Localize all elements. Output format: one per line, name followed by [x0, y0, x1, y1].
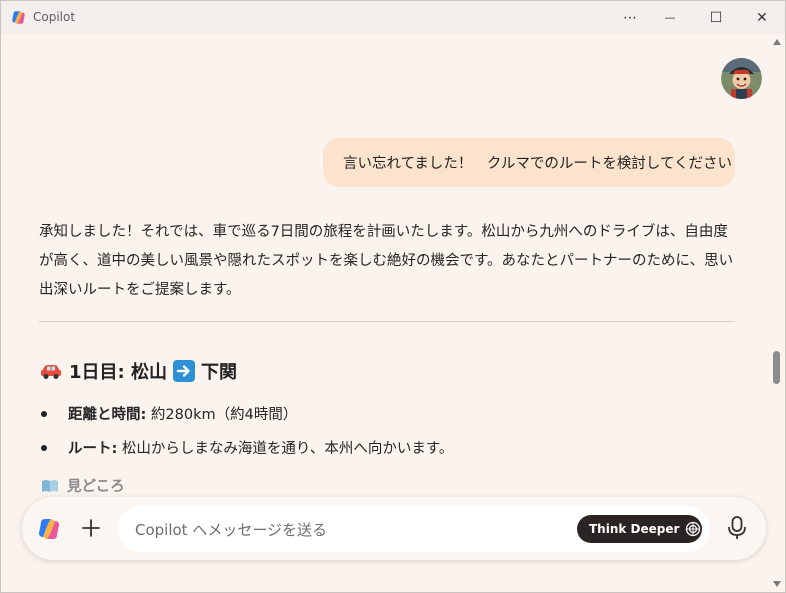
day1-heading: 1日目: 松山 下関 — [39, 358, 237, 384]
distance-label: 距離と時間: — [68, 407, 147, 423]
divider — [39, 321, 735, 322]
avatar-image — [721, 58, 762, 99]
plus-icon — [82, 519, 100, 537]
right-arrow-icon — [173, 360, 195, 382]
window-title: Copilot — [33, 10, 76, 24]
list-item-route: ルート: 松山からしまなみ海道を通り、本州へ向かいます。 — [41, 437, 453, 458]
think-deeper-button[interactable]: Think Deeper — [577, 515, 702, 543]
distance-value: 約280km（約4時間） — [146, 407, 298, 423]
copilot-logo-icon[interactable] — [37, 517, 61, 541]
composer-bar: Copilot へメッセージを送る Think Deeper — [22, 497, 766, 560]
add-attachment-button[interactable] — [77, 514, 105, 542]
microphone-icon[interactable] — [725, 515, 749, 541]
route-value: 松山からしまなみ海道を通り、本州へ向かいます。 — [117, 441, 454, 457]
message-input[interactable]: Copilot へメッセージを送る Think Deeper — [118, 506, 710, 552]
day1-title-to: 下関 — [201, 362, 237, 383]
title-bar: Copilot ⋯ — ☐ ✕ — [1, 1, 785, 34]
message-input-placeholder: Copilot へメッセージを送る — [135, 520, 328, 539]
sights-heading: 見どころ — [41, 475, 125, 496]
user-avatar[interactable] — [721, 58, 762, 99]
scrollbar[interactable] — [768, 34, 785, 592]
maximize-icon: ☐ — [709, 9, 723, 26]
scroll-down-arrow-icon[interactable] — [773, 581, 781, 587]
think-deeper-icon — [686, 521, 701, 537]
assistant-response-text: 承知しました！それでは、車で巡る7日間の旅程を計画いたします。松山から九州へのド… — [39, 224, 734, 298]
sights-label: 見どころ — [67, 479, 125, 495]
bullet-dot-icon — [41, 444, 47, 451]
car-icon — [39, 362, 63, 380]
book-icon — [42, 479, 58, 492]
scrollbar-thumb[interactable] — [773, 351, 780, 384]
maximize-button[interactable]: ☐ — [693, 1, 739, 34]
user-message-bubble: 言い忘れてました！ クルマでのルートを検討してください — [323, 138, 735, 187]
route-label: ルート: — [68, 441, 118, 457]
copilot-window: Copilot ⋯ — ☐ ✕ 言い忘れてました！ クルマでのルートを検討してく… — [0, 0, 786, 593]
bullet-dot-icon — [41, 410, 47, 417]
minimize-icon: — — [664, 11, 676, 24]
close-button[interactable]: ✕ — [739, 1, 785, 34]
more-icon: ⋯ — [623, 9, 637, 26]
copilot-logo-icon — [12, 11, 25, 24]
minimize-button[interactable]: — — [647, 1, 693, 34]
close-icon: ✕ — [756, 9, 768, 26]
list-item-distance: 距離と時間: 約280km（約4時間） — [41, 403, 297, 424]
scroll-up-arrow-icon[interactable] — [773, 39, 781, 45]
think-deeper-label: Think Deeper — [589, 522, 680, 536]
day1-title-from: 1日目: 松山 — [69, 362, 167, 383]
